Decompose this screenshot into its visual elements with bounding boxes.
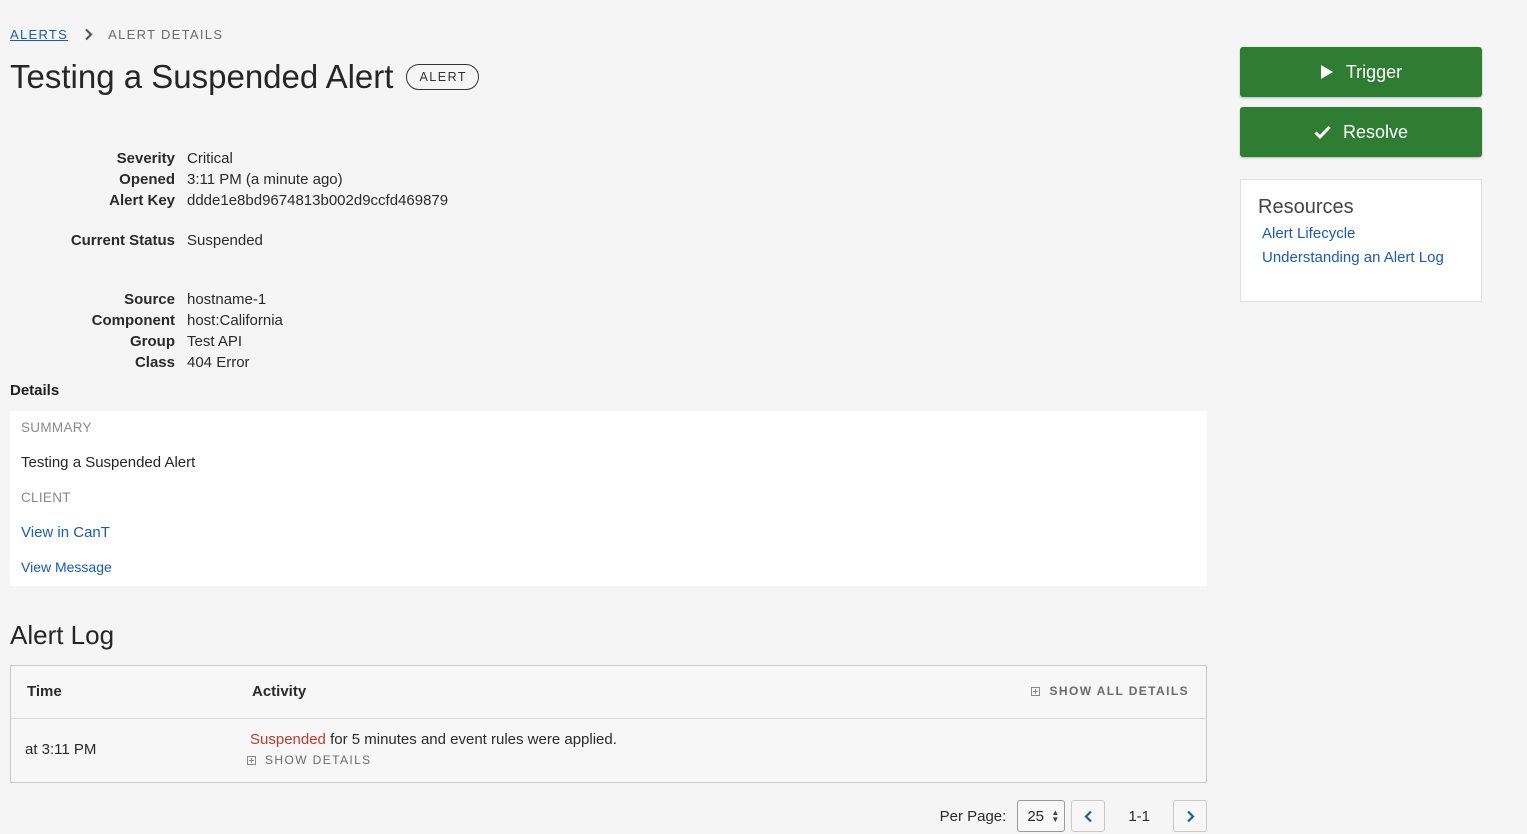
previous-page-button[interactable] (1071, 800, 1106, 832)
property-label: Source (124, 291, 175, 308)
log-activity-text: for 5 minutes and event rules were appli… (325, 731, 617, 748)
log-status-word: Suspended (250, 731, 326, 748)
chevron-left-icon (1084, 810, 1092, 822)
page-title: Testing a Suspended Alert (10, 58, 394, 95)
plus-square-icon (1031, 686, 1041, 696)
show-details-button[interactable]: SHOW DETAILS (247, 753, 372, 767)
show-all-details-button[interactable]: SHOW ALL DETAILS (1031, 684, 1189, 698)
column-header-activity: Activity (252, 683, 307, 700)
property-label: Group (130, 333, 175, 350)
property-value: Suspended (187, 232, 263, 249)
trigger-label: Trigger (1345, 61, 1403, 82)
per-page-select[interactable]: 25 ▲ ▼ (1017, 800, 1066, 832)
property-value: Test API (187, 333, 243, 350)
property-alert-key: Alert Key ddde1e8bd9674813b002d9ccfd4698… (0, 190, 448, 211)
understanding-alert-log-link[interactable]: Understanding an Alert Log (1262, 249, 1444, 266)
resolve-label: Resolve (1342, 121, 1409, 142)
summary-label: SUMMARY (21, 420, 92, 435)
alert-log-heading: Alert Log (10, 620, 115, 650)
details-heading: Details (10, 382, 60, 399)
alert-log-table: Time Activity SHOW ALL DETAILS at 3:11 P… (10, 665, 1207, 783)
play-icon (1320, 65, 1333, 79)
next-page-button[interactable] (1173, 800, 1207, 832)
check-icon (1314, 125, 1331, 139)
property-label: Class (134, 354, 175, 371)
log-time: at 3:11 PM (25, 741, 97, 758)
view-in-cant-link[interactable]: View in CanT (21, 524, 110, 541)
property-value: 404 Error (187, 354, 250, 371)
title-row: Testing a Suspended Alert ALERT (10, 56, 480, 98)
details-panel: SUMMARY Testing a Suspended Alert CLIENT… (10, 411, 1207, 586)
per-page-label: Per Page: (939, 807, 1007, 825)
column-header-time: Time (27, 683, 62, 700)
client-label: CLIENT (21, 490, 71, 505)
property-label: Opened (119, 171, 175, 188)
show-details-label: SHOW DETAILS (265, 753, 372, 767)
property-value: Critical (187, 150, 233, 167)
property-value: 3:11 PM (a minute ago) (187, 171, 343, 188)
property-value: ddde1e8bd9674813b002d9ccfd469879 (187, 192, 449, 209)
show-all-details-label: SHOW ALL DETAILS (1049, 684, 1189, 698)
alert-type-badge: ALERT (406, 64, 480, 90)
property-group: Group Test API (0, 331, 242, 352)
breadcrumb: ALERTS ALERT DETAILS (10, 26, 223, 42)
property-class: Class 404 Error (0, 352, 250, 373)
resources-title: Resources (1258, 196, 1354, 218)
property-value: host:California (187, 312, 283, 329)
table-row: at 3:11 PM Suspended for 5 minutes and e… (11, 718, 1206, 782)
view-message-link[interactable]: View Message (21, 559, 112, 575)
chevron-right-icon (80, 26, 96, 42)
trigger-button[interactable]: Trigger (1240, 47, 1482, 97)
table-header: Time Activity SHOW ALL DETAILS (11, 666, 1206, 719)
property-label: Alert Key (109, 192, 175, 209)
page-range: 1-1 (1128, 807, 1150, 825)
property-severity: Severity Critical (0, 148, 233, 169)
summary-value: Testing a Suspended Alert (21, 454, 196, 471)
plus-square-icon (247, 755, 256, 765)
property-label: Severity (116, 150, 175, 167)
log-activity: Suspended for 5 minutes and event rules … (250, 731, 617, 748)
property-label: Component (91, 312, 175, 329)
chevron-right-icon (1186, 810, 1195, 822)
property-value: hostname-1 (187, 291, 267, 308)
breadcrumb-current: ALERT DETAILS (108, 26, 224, 42)
breadcrumb-link-alerts[interactable]: ALERTS (10, 27, 68, 42)
property-label: Current Status (70, 232, 175, 249)
alert-lifecycle-link[interactable]: Alert Lifecycle (1262, 225, 1355, 242)
per-page-value: 25 (1027, 807, 1044, 825)
resources-panel: Resources Alert Lifecycle Understanding … (1240, 179, 1482, 302)
property-component: Component host:California (0, 310, 283, 331)
pagination: Per Page: 25 ▲ ▼ 1-1 (940, 800, 1207, 832)
resolve-button[interactable]: Resolve (1240, 107, 1482, 157)
property-current-status: Current Status Suspended (0, 230, 263, 251)
property-opened: Opened 3:11 PM (a minute ago) (0, 169, 343, 190)
select-arrows-icon: ▲ ▼ (1051, 808, 1060, 824)
property-source: Source hostname-1 (0, 289, 266, 310)
